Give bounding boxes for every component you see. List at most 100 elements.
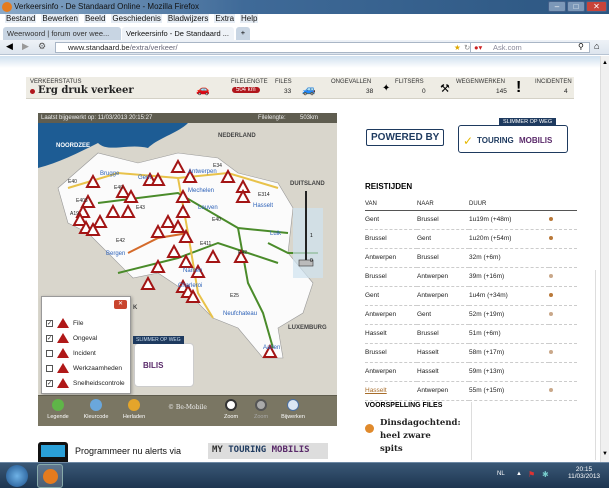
cell-naar: Antwerpen: [417, 267, 469, 287]
page-header-band: [0, 56, 600, 68]
speed-camera-icon: ✦: [382, 83, 391, 94]
incidenten-value: 4: [564, 88, 568, 95]
road-label: E43: [136, 205, 145, 211]
legende-button[interactable]: Legende: [40, 399, 76, 420]
legend-item[interactable]: ✓ File: [46, 317, 83, 329]
flitsers-label: FLITSERS: [395, 79, 424, 85]
tab-verkeersinfo[interactable]: Verkeersinfo - De Standaard ...: [122, 27, 234, 40]
tab-bar: Weerwoord | forum over wee... Verkeersin…: [0, 27, 609, 40]
legend-item[interactable]: Incident: [46, 347, 96, 359]
road-label: E403: [76, 198, 88, 204]
legend-item[interactable]: ✓ Ongeval: [46, 332, 97, 344]
legend-checkbox[interactable]: [46, 364, 53, 372]
zoom-out-icon: [255, 399, 267, 411]
roadworks-icon: ⚒: [440, 83, 450, 95]
reload-icon: [128, 399, 140, 411]
files-value: 33: [284, 88, 292, 95]
legend-item[interactable]: ✓ Snelheidscontrole: [46, 377, 125, 389]
taskbar: NL ▲ ⚑ ✱ 20:15 11/03/2013: [0, 462, 609, 488]
promo-banner[interactable]: Programmeer nu alerts via MY TOURING MOB…: [38, 442, 328, 462]
menu-bladwijzers[interactable]: Bladwijzers: [166, 14, 210, 23]
legend-checkbox[interactable]: [46, 349, 53, 357]
cell-duur: 1u19m (+48m): [469, 210, 549, 230]
back-icon[interactable]: ◀: [6, 41, 13, 52]
minimize-button[interactable]: –: [548, 1, 566, 12]
tray-expand-icon[interactable]: ▲: [516, 471, 522, 477]
search-input[interactable]: ●▾ Ask.com: [470, 42, 590, 53]
cell-van: Hasselt: [365, 324, 417, 344]
cell-van: Brussel: [365, 229, 417, 249]
legend-label: Snelheidscontrole: [73, 379, 125, 387]
map-filelength-label: Filelengte:: [258, 115, 286, 121]
tab-label: Weerwoord | forum over wee...: [7, 29, 110, 38]
incidenten-label: INCIDENTEN: [535, 79, 572, 85]
ad-box-small: SLIMMER OP WEG BILIS: [133, 336, 194, 387]
menu-geschiedenis[interactable]: Geschiedenis: [111, 14, 162, 23]
cell-van: Antwerpen: [365, 362, 417, 382]
maximize-button[interactable]: □: [567, 1, 585, 12]
start-button[interactable]: [6, 465, 28, 487]
legend-checkbox[interactable]: ✓: [46, 319, 53, 327]
network-icon[interactable]: ✱: [542, 470, 549, 479]
home-icon[interactable]: ⌂: [594, 41, 599, 51]
road-label: E40: [114, 185, 123, 191]
ad-brand-partial: BILIS: [143, 361, 164, 370]
city-label: Brugge: [100, 171, 120, 177]
delay-dot: [549, 312, 553, 316]
road-label: E42: [238, 250, 247, 256]
bijwerken-button[interactable]: Bijwerken: [275, 399, 311, 420]
cell-duur: 1u20m (+54m): [469, 229, 549, 249]
menu-help[interactable]: Help: [240, 14, 259, 23]
cell-naar: Brussel: [417, 210, 469, 230]
label-nederland: NEDERLAND: [218, 133, 256, 139]
city-label: Gent: [138, 175, 152, 181]
url-bar[interactable]: www.standaard.be/extra/verkeer/ ★ ↻: [55, 42, 475, 53]
delay-dot: [549, 388, 553, 392]
close-button[interactable]: ✕: [586, 1, 607, 12]
cell-indicator: [549, 267, 577, 287]
herladen-button[interactable]: Herladen: [116, 399, 152, 420]
legend-checkbox[interactable]: ✓: [46, 379, 53, 387]
delay-dot: [549, 217, 553, 221]
delay-dot: [549, 274, 553, 278]
legend-panel: ✕ ✓ File ✓ Ongeval Incident Werkzaamheden ✓ Sne…: [41, 296, 131, 394]
promo-brand-touring: TOURING: [228, 445, 267, 455]
language-indicator[interactable]: NL: [497, 471, 505, 477]
ongevallen-label: ONGEVALLEN: [331, 79, 372, 85]
table-row: Gent Brussel 1u19m (+48m): [365, 210, 577, 230]
files-label: FILES: [275, 79, 292, 85]
tab-weerwoord[interactable]: Weerwoord | forum over wee...: [3, 27, 121, 40]
scrollbar[interactable]: ▲ ▼: [600, 56, 609, 462]
menu-bewerken[interactable]: Bewerken: [41, 14, 79, 23]
road-label: E40: [68, 179, 77, 185]
kleurcode-button[interactable]: Kleurcode: [78, 399, 114, 420]
map-toolbar: Legende Kleurcode Herladen © Be-Mobile Z…: [38, 395, 337, 426]
road-label: E314: [258, 192, 270, 198]
action-center-icon[interactable]: ⚑: [528, 470, 535, 479]
history-icon[interactable]: ⚙: [38, 41, 46, 52]
cell-naar: Hasselt: [417, 343, 469, 363]
table-row: Antwerpen Brussel 32m (+6m): [365, 248, 577, 268]
legend-item[interactable]: Werkzaamheden: [46, 362, 122, 374]
city-label: Namen: [183, 268, 203, 274]
cell-van[interactable]: Hasselt: [365, 381, 417, 401]
taskbar-firefox[interactable]: [37, 464, 63, 488]
bookmark-star-icon[interactable]: ★: [454, 43, 461, 52]
menu-extra[interactable]: Extra: [214, 14, 236, 23]
forward-icon[interactable]: ▶: [22, 41, 29, 52]
traffic-jam-marker[interactable]: [140, 275, 156, 290]
legend-close-button[interactable]: ✕: [114, 300, 127, 309]
menu-beeld[interactable]: Beeld: [83, 14, 107, 23]
clock[interactable]: 20:15 11/03/2013: [568, 466, 600, 480]
zoom-scale-0: 0: [310, 258, 313, 264]
new-tab-button[interactable]: +: [236, 27, 250, 40]
label-luxemburg: LUXEMBURG: [288, 325, 327, 331]
search-icon[interactable]: ⚲: [578, 42, 584, 51]
menu-bestand[interactable]: Bestand: [5, 14, 37, 23]
cell-indicator: [549, 248, 577, 268]
table-row: Brussel Gent 1u20m (+54m): [365, 229, 577, 249]
cell-van: Brussel: [365, 343, 417, 363]
legend-checkbox[interactable]: ✓: [46, 334, 53, 342]
cell-indicator: [549, 229, 577, 249]
zoom-out-button[interactable]: Zoom: [243, 399, 279, 420]
